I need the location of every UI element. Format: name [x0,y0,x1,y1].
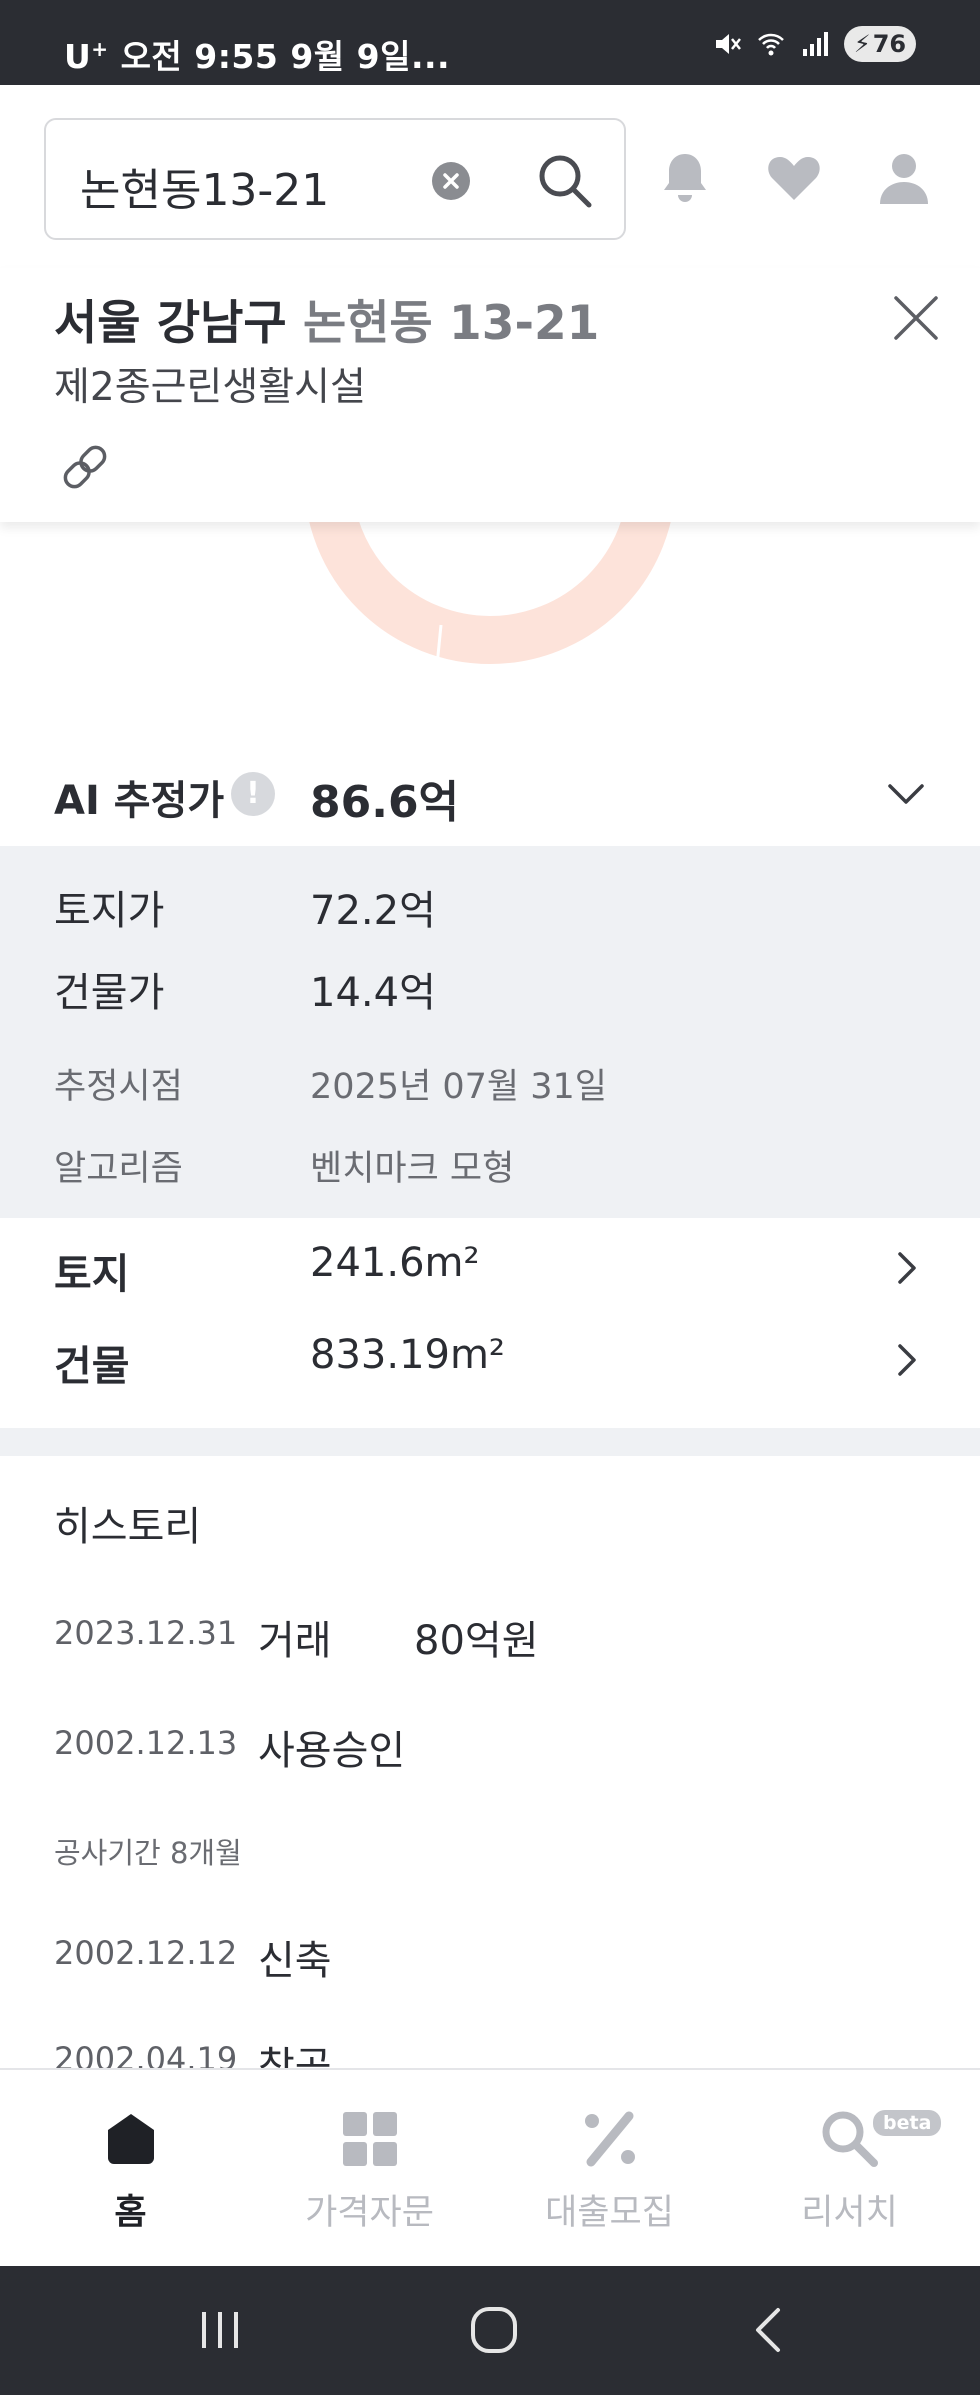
charging-icon: ⚡ [853,30,871,58]
building-price-label: 건물가 [54,970,165,1016]
construction-period-note: 공사기간 8개월 [54,1836,242,1870]
algorithm-label: 알고리즘 [54,1149,183,1189]
chevron-right-icon[interactable] [892,1248,922,1288]
status-left: U+ 오전 9:55 9월 9일... [64,30,450,78]
status-time: 오전 9:55 9월 9일... [120,37,451,76]
estimate-date-value: 2025년 07월 31일 [310,1067,607,1107]
ai-estimate-label: AI 추정가 [54,778,225,824]
recent-apps-icon[interactable] [190,2300,250,2360]
history-date: 2002.12.12 [54,1934,238,1972]
clear-search-button[interactable] [432,162,470,200]
land-area-row[interactable]: 토지 241.6m² [0,1220,980,1312]
nav-label: 대출모집 [545,2193,674,2233]
nav-label: 홈 [114,2193,147,2233]
building-area-label: 건물 [54,1342,130,1390]
nav-item-research[interactable]: beta 리서치 [727,2070,972,2268]
beta-badge: beta [873,2110,942,2136]
search-icon[interactable] [534,150,596,212]
research-search-icon [822,2111,878,2167]
back-icon[interactable] [740,2300,800,2360]
status-bar: U+ 오전 9:55 9월 9일... ⚡ 76 [0,0,980,85]
ai-estimate-row[interactable]: AI 추정가 ! 86.6억 [0,740,980,846]
bottom-nav: 홈 가격자문 대출모집 beta 리서치 [0,2068,980,2266]
land-price-label: 토지가 [54,888,165,934]
search-query[interactable]: 논현동13-21 [80,154,329,218]
nav-item-price-consulting[interactable]: 가격자문 [247,2070,492,2268]
address-card: 서울 강남구 논현동 13-21 제2종근린생활시설 [0,268,980,522]
signal-icon [803,32,828,56]
address-region: 서울 강남구 [54,296,287,351]
search-input[interactable]: 논현동13-21 [44,118,626,240]
profile-icon[interactable] [874,148,934,208]
history-event: 사용승인 [258,1728,406,1774]
chevron-right-icon[interactable] [892,1340,922,1380]
building-usage: 제2종근린생활시설 [54,365,366,410]
mute-icon [716,34,741,54]
bell-icon[interactable] [655,148,715,208]
close-icon[interactable] [886,288,946,348]
home-button-icon[interactable] [464,2300,524,2360]
home-icon [108,2114,154,2164]
history-event: 거래 [258,1618,332,1664]
heart-icon[interactable] [764,148,824,208]
land-area-label: 토지 [54,1250,130,1298]
address-parcel: 논현동 13-21 [302,296,600,351]
link-icon[interactable] [56,438,114,496]
wifi-icon [758,33,784,56]
battery-level: 76 [872,30,907,58]
estimate-date-label: 추정시점 [54,1067,183,1107]
carrier-label: U+ [64,37,109,76]
section-divider [0,1428,980,1456]
chevron-down-icon[interactable] [884,776,928,812]
history-date: 2023.12.31 [54,1614,238,1652]
history-price: 80억원 [414,1618,539,1664]
percent-icon [585,2111,635,2167]
nav-label: 리서치 [801,2193,898,2233]
clear-icon [443,173,459,189]
building-area-row[interactable]: 건물 833.19m² [0,1312,980,1404]
battery-indicator: ⚡ 76 [844,26,916,62]
system-nav-bar [0,2266,980,2395]
history-date: 2002.12.13 [54,1724,238,1762]
grid-icon [343,2112,397,2166]
info-icon[interactable]: ! [231,772,275,816]
nav-item-home[interactable]: 홈 [8,2070,253,2268]
ai-estimate-value: 86.6억 [310,777,460,828]
estimate-details-panel: 토지가 72.2억 건물가 14.4억 추정시점 2025년 07월 31일 알… [0,846,980,1218]
building-area-value: 833.19m² [310,1332,505,1378]
status-right: ⚡ 76 [712,26,916,62]
nav-label: 가격자문 [305,2193,434,2233]
history-title: 히스토리 [54,1504,202,1550]
history-event: 신축 [258,1938,332,1984]
nav-item-loan[interactable]: 대출모집 [487,2070,732,2268]
land-area-value: 241.6m² [310,1240,480,1286]
address-title: 서울 강남구 논현동 13-21 [54,284,599,353]
building-price-value: 14.4억 [310,970,436,1016]
land-price-value: 72.2억 [310,888,436,934]
algorithm-value: 벤치마크 모형 [310,1149,515,1189]
